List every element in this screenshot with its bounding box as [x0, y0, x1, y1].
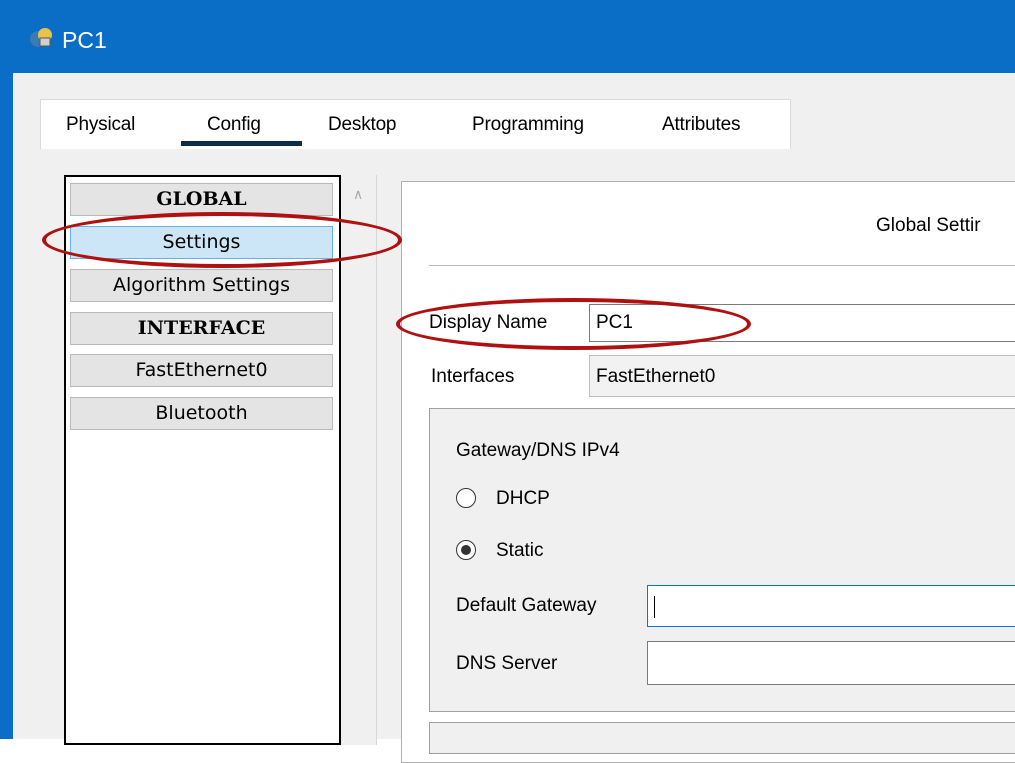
- static-label[interactable]: Static: [496, 540, 544, 562]
- static-radio[interactable]: [456, 540, 476, 560]
- tab-programming[interactable]: Programming: [472, 114, 584, 136]
- active-tab-indicator: [181, 141, 302, 146]
- default-gateway-label: Default Gateway: [456, 595, 597, 616]
- text-caret: [654, 595, 655, 618]
- sidebar-item-settings[interactable]: Settings: [70, 226, 333, 259]
- sidebar-item-algorithm-settings[interactable]: Algorithm Settings: [70, 269, 333, 302]
- sidebar-header-interface: INTERFACE: [70, 312, 333, 345]
- panel-title: Global Settir: [876, 215, 981, 236]
- interfaces-label: Interfaces: [431, 366, 515, 387]
- default-gateway-input[interactable]: [647, 585, 1015, 627]
- panel-separator: [429, 265, 1015, 266]
- tab-config[interactable]: Config: [207, 114, 261, 136]
- next-config-group: [429, 722, 1015, 754]
- tab-attributes[interactable]: Attributes: [662, 114, 740, 136]
- display-name-input[interactable]: PC1: [589, 304, 1015, 342]
- gateway-group-title: Gateway/DNS IPv4: [456, 440, 620, 461]
- sidebar-item-bluetooth[interactable]: Bluetooth: [70, 397, 333, 430]
- interfaces-select[interactable]: FastEthernet0: [589, 355, 1015, 397]
- dhcp-radio[interactable]: [456, 488, 476, 508]
- pc-icon: [30, 28, 52, 47]
- tab-desktop[interactable]: Desktop: [328, 114, 397, 136]
- dhcp-label[interactable]: DHCP: [496, 488, 550, 510]
- window-titlebar: PC1: [0, 0, 1015, 73]
- scroll-up-arrow-icon[interactable]: ∧: [353, 186, 363, 203]
- sidebar-scrollbar[interactable]: [341, 175, 377, 745]
- tab-physical[interactable]: Physical: [66, 114, 135, 136]
- radio-selected-dot: [461, 545, 471, 555]
- dns-server-label: DNS Server: [456, 653, 558, 674]
- config-sidebar: [64, 175, 341, 745]
- window-title: PC1: [62, 27, 107, 53]
- dns-server-input[interactable]: [647, 641, 1015, 685]
- sidebar-header-global: GLOBAL: [70, 183, 333, 216]
- display-name-label: Display Name: [429, 312, 548, 333]
- sidebar-item-fastethernet0[interactable]: FastEthernet0: [70, 354, 333, 387]
